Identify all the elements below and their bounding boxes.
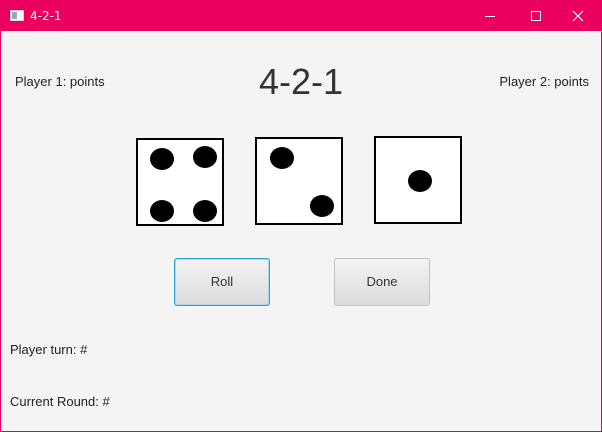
die-3	[374, 136, 462, 224]
die-pip	[408, 170, 432, 192]
close-icon	[572, 10, 584, 22]
die-2	[255, 137, 343, 225]
die-pip	[270, 147, 294, 169]
close-button[interactable]	[555, 1, 601, 31]
current-round-label: Current Round: #	[10, 394, 110, 409]
player-turn-label: Player turn: #	[10, 342, 88, 357]
minimize-icon	[485, 16, 495, 17]
done-button[interactable]: Done	[334, 258, 430, 306]
app-icon	[10, 10, 24, 21]
app-window: 4-2-1 Player 1: points 4-2-1 Player 2: p…	[0, 0, 602, 432]
die-pip	[193, 146, 217, 168]
die-pip	[150, 148, 174, 170]
maximize-button[interactable]	[513, 1, 559, 31]
die-pip	[150, 200, 174, 222]
player2-score-label: Player 2: points	[499, 74, 589, 89]
maximize-icon	[531, 11, 541, 21]
window-title: 4-2-1	[30, 9, 62, 23]
die-pip	[193, 200, 217, 222]
minimize-button[interactable]	[467, 1, 513, 31]
die-pip	[310, 195, 334, 217]
roll-button[interactable]: Roll	[174, 258, 270, 306]
title-bar[interactable]: 4-2-1	[1, 1, 601, 31]
die-1	[136, 138, 224, 226]
